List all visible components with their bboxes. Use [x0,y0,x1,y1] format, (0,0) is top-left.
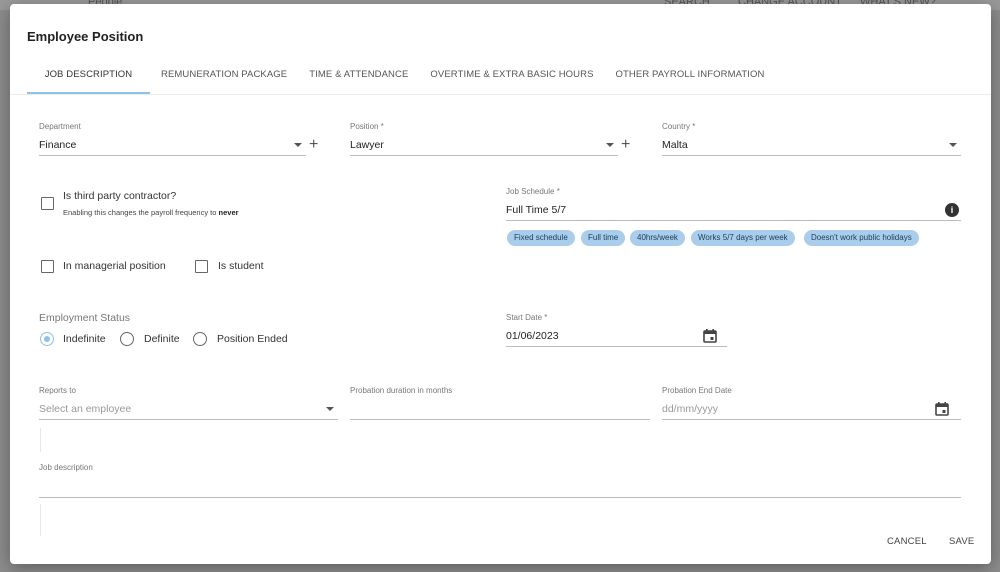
employee-position-dialog: Employee Position JOB DESCRIPTION REMUNE… [10,4,991,564]
hint-bold-value: never [218,208,239,217]
is-student-checkbox[interactable] [195,260,208,273]
position-value: Lawyer [350,139,384,151]
schedule-tag-chip: Doesn't work public holidays [804,230,919,246]
chevron-down-icon [294,143,302,147]
country-label: Country * [662,122,696,131]
probation-duration-label: Probation duration in months [350,386,453,395]
chevron-down-icon [606,143,614,147]
reports-to-label: Reports to [39,386,76,395]
info-icon[interactable]: i [945,203,959,217]
position-ended-radio[interactable] [193,332,207,346]
job-description-textarea[interactable] [39,479,961,498]
third-party-contractor-label: Is third party contractor? [63,190,177,202]
probation-end-date-input[interactable]: dd/mm/yyyy [662,401,961,420]
schedule-tag-chip: Works 5/7 days per week [691,230,795,246]
position-ended-label: Position Ended [217,333,288,345]
schedule-tag-chip: 40hrs/week [630,230,685,246]
start-date-value: 01/06/2023 [506,330,559,342]
schedule-tag-chip: Fixed schedule [507,230,575,246]
managerial-position-label: In managerial position [63,260,166,272]
probation-end-date-placeholder: dd/mm/yyyy [662,403,719,415]
country-select[interactable]: Malta [662,137,961,156]
probation-end-date-label: Probation End Date [662,386,732,395]
tab-time-attendance[interactable]: TIME & ATTENDANCE [298,61,419,94]
chevron-down-icon [326,407,334,411]
tab-other-payroll-information[interactable]: OTHER PAYROLL INFORMATION [605,61,776,94]
schedule-tag-chip: Full time [581,230,626,246]
tab-overtime-extra-basic-hours[interactable]: OVERTIME & EXTRA BASIC HOURS [419,61,604,94]
job-description-label: Job description [39,463,93,472]
is-student-label: Is student [218,260,264,272]
reports-to-placeholder: Select an employee [39,403,132,415]
hint-text: Enabling this changes the payroll freque… [63,208,217,217]
third-party-contractor-checkbox[interactable] [41,197,54,210]
tab-bar: JOB DESCRIPTION REMUNERATION PACKAGE TIM… [27,61,775,94]
department-label: Department [39,122,81,131]
job-schedule-value: Full Time 5/7 [506,204,567,216]
employment-status-label: Employment Status [39,312,131,324]
start-date-input[interactable]: 01/06/2023 [506,328,727,347]
decorative-divider [40,504,41,536]
tab-job-description[interactable]: JOB DESCRIPTION [27,61,150,94]
dialog-title: Employee Position [27,29,144,44]
country-value: Malta [662,139,688,151]
cancel-button[interactable]: CANCEL [887,536,927,547]
department-value: Finance [39,139,77,151]
start-date-label: Start Date * [506,313,548,322]
department-select[interactable]: Finance [39,137,306,156]
definite-label: Definite [144,333,180,345]
tab-remuneration-package[interactable]: REMUNERATION PACKAGE [150,61,298,94]
calendar-icon[interactable] [934,401,950,417]
probation-duration-input[interactable] [350,401,650,420]
position-label: Position * [350,122,384,131]
add-department-icon[interactable]: + [309,137,318,153]
job-schedule-select[interactable]: Full Time 5/7 i [506,202,961,221]
indefinite-radio[interactable] [40,332,54,346]
position-select[interactable]: Lawyer [350,137,618,156]
chevron-down-icon [949,143,957,147]
job-schedule-label: Job Schedule * [506,187,560,196]
managerial-position-checkbox[interactable] [41,260,54,273]
tabs-divider [10,94,991,95]
indefinite-label: Indefinite [63,333,106,345]
definite-radio[interactable] [120,332,134,346]
decorative-divider [40,428,41,452]
add-position-icon[interactable]: + [621,137,630,153]
calendar-icon[interactable] [702,328,718,344]
save-button[interactable]: SAVE [949,536,974,547]
reports-to-select[interactable]: Select an employee [39,401,338,420]
third-party-contractor-hint: Enabling this changes the payroll freque… [63,208,239,217]
